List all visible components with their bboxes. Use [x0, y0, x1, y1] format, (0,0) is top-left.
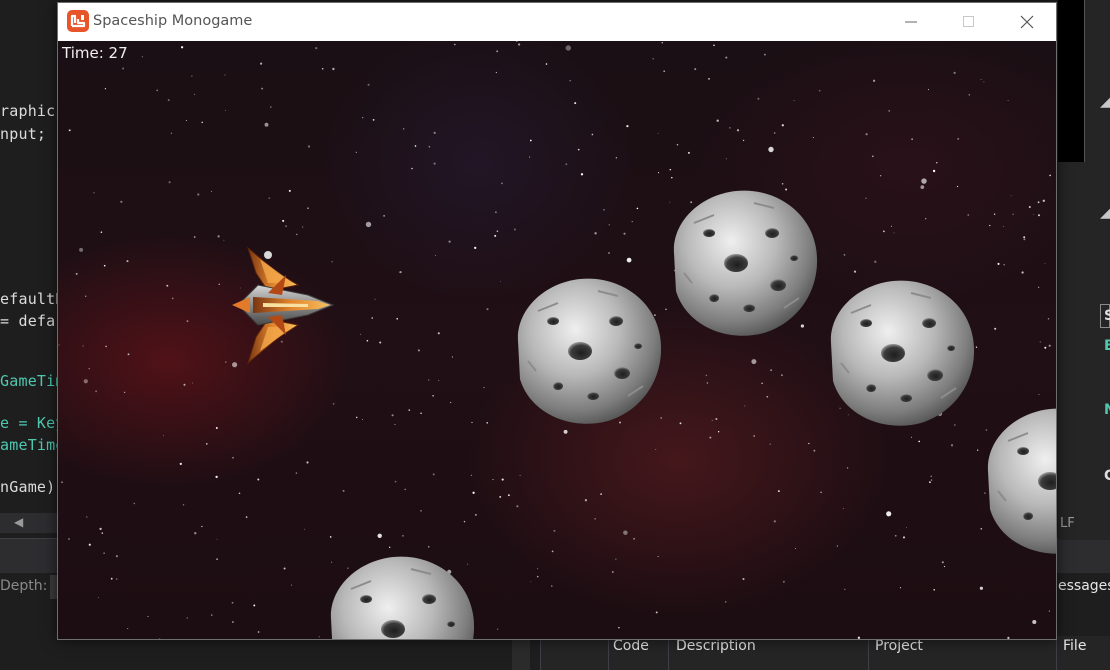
game-scene	[232, 189, 1056, 639]
hud-timer: Time: 27	[62, 44, 128, 62]
code-line: efaultR	[0, 290, 65, 308]
minimize-button[interactable]	[882, 3, 940, 41]
preview-pane	[1058, 0, 1085, 162]
code-line: nGame)	[0, 478, 56, 496]
scroll-left-icon[interactable]: ◀	[14, 515, 23, 529]
messages-tab[interactable]: essages	[1058, 578, 1110, 594]
code-line: ameTime	[0, 436, 65, 454]
side-label: E	[1104, 338, 1110, 354]
close-icon	[1020, 15, 1034, 29]
column-separator[interactable]	[868, 636, 869, 670]
asteroid	[516, 277, 663, 425]
column-separator[interactable]	[1056, 636, 1057, 670]
column-separator[interactable]	[608, 636, 609, 670]
horizontal-scrollbar[interactable]	[0, 513, 60, 533]
error-column-project[interactable]: Project	[875, 638, 923, 654]
code-line: nput;	[0, 125, 47, 143]
monogame-logo-icon	[67, 10, 89, 32]
maximize-button[interactable]	[940, 3, 998, 41]
error-column-code[interactable]: Code	[613, 638, 649, 654]
game-window: Spaceship Monogame Time: 27	[57, 2, 1057, 640]
code-line: GameTim	[0, 372, 65, 390]
asteroid	[329, 555, 476, 639]
maximize-icon	[963, 16, 974, 27]
close-button[interactable]	[998, 3, 1056, 41]
code-line: e = Key	[0, 414, 65, 432]
column-separator[interactable]	[668, 636, 669, 670]
error-column-description[interactable]: Description	[676, 638, 756, 654]
side-label: C	[1104, 468, 1110, 484]
panel-splitter[interactable]	[512, 636, 530, 670]
line-ending-indicator[interactable]: LF	[1060, 516, 1075, 531]
collapse-icon[interactable]: ◢	[1100, 94, 1110, 110]
game-viewport[interactable]: Time: 27	[58, 41, 1056, 639]
error-column-file[interactable]: File	[1063, 638, 1086, 654]
asteroid	[829, 279, 976, 427]
window-title: Spaceship Monogame	[93, 13, 253, 29]
player-spaceship	[232, 246, 335, 365]
code-line: raphics	[0, 102, 65, 120]
asteroid	[986, 407, 1056, 555]
depth-label: Depth:	[0, 578, 48, 594]
title-bar[interactable]: Spaceship Monogame	[58, 3, 1056, 41]
side-label: N	[1104, 402, 1110, 418]
collapse-icon[interactable]: ◢	[1100, 205, 1110, 221]
side-label: S	[1104, 308, 1110, 324]
asteroid	[672, 189, 819, 337]
code-line: = defa	[0, 312, 56, 330]
minimize-icon	[905, 21, 917, 23]
